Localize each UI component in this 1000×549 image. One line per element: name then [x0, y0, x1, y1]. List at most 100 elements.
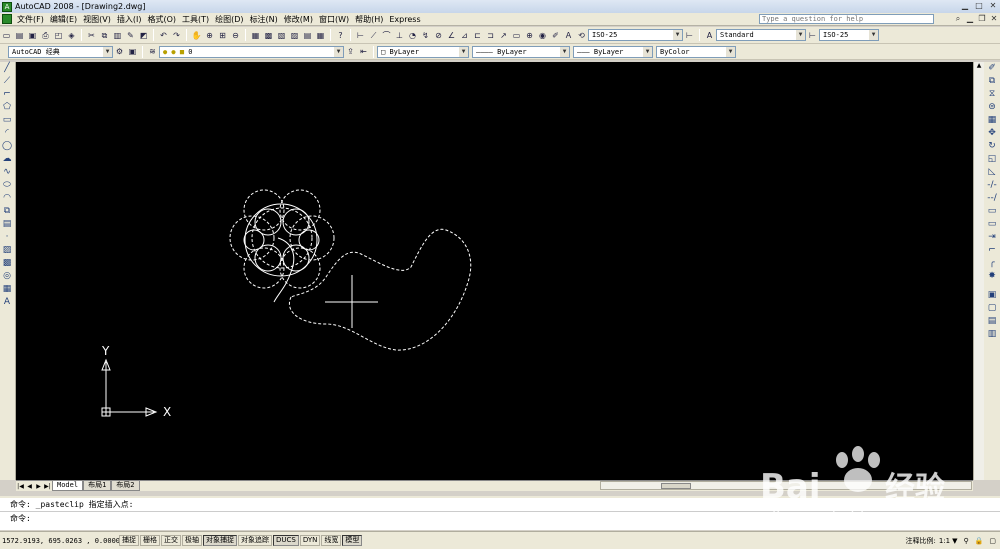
- menu-edit[interactable]: 编辑(E): [47, 14, 80, 25]
- make-block-icon[interactable]: ▤: [0, 218, 14, 231]
- construction-line-icon[interactable]: ⟋: [0, 75, 14, 88]
- revision-cloud-icon[interactable]: ☁: [0, 153, 14, 166]
- menu-view[interactable]: 视图(V): [80, 14, 114, 25]
- command-window[interactable]: 命令: _pasteclip 指定插入点: 命令:: [0, 496, 1000, 530]
- tool-palettes-icon[interactable]: ▧: [276, 30, 287, 41]
- menu-format[interactable]: 格式(O): [144, 14, 179, 25]
- line-icon[interactable]: ╱: [0, 62, 14, 75]
- help-icon[interactable]: ?: [335, 30, 346, 41]
- multiline-text-icon[interactable]: A: [0, 296, 14, 309]
- menu-file[interactable]: 文件(F): [14, 14, 47, 25]
- color-combo[interactable]: □ ByLayer ▼: [377, 45, 469, 58]
- menu-dimension[interactable]: 标注(N): [247, 14, 281, 25]
- dim-style2-icon[interactable]: ⊢: [807, 30, 818, 41]
- menu-help[interactable]: 帮助(H): [352, 14, 386, 25]
- rectangle-icon[interactable]: ▭: [0, 114, 14, 127]
- ducs-toggle[interactable]: DUCS: [273, 535, 299, 546]
- osnap-toggle[interactable]: 对象捕捉: [203, 535, 237, 546]
- minimize-icon[interactable]: ▁: [958, 0, 972, 12]
- dyn-toggle[interactable]: DYN: [299, 535, 321, 546]
- spline-icon[interactable]: ∿: [0, 166, 14, 179]
- break-at-point-icon[interactable]: ▭: [985, 205, 999, 218]
- dim-arc-icon[interactable]: ⌒: [381, 30, 392, 41]
- chamfer-icon[interactable]: ⌐: [985, 244, 999, 257]
- horizontal-scrollbar[interactable]: [600, 481, 972, 490]
- doc-restore-icon[interactable]: ❐: [976, 13, 988, 25]
- save-icon[interactable]: ▣: [27, 30, 38, 41]
- redo-icon[interactable]: ↷: [171, 30, 182, 41]
- match-properties-icon[interactable]: ✎: [125, 30, 136, 41]
- dim-aligned-icon[interactable]: ⟋: [368, 30, 379, 41]
- tab-layout2[interactable]: 布局2: [111, 481, 140, 491]
- workspace-settings-icon[interactable]: ⚙: [114, 46, 125, 57]
- dim-style2-combo[interactable]: ISO-25 ▼: [819, 29, 879, 41]
- annotation-scale-arrow-icon[interactable]: ▼: [952, 537, 957, 545]
- polygon-icon[interactable]: ⬠: [0, 101, 14, 114]
- maximize-icon[interactable]: □: [972, 0, 986, 12]
- insert-block-icon[interactable]: ⧉: [0, 205, 14, 218]
- annotation-visibility-icon[interactable]: ⚲: [964, 537, 969, 545]
- fillet-icon[interactable]: ╭: [985, 257, 999, 270]
- search-icon[interactable]: ⌕: [952, 13, 964, 25]
- ellipse-arc-icon[interactable]: ◠: [0, 192, 14, 205]
- help-search-input[interactable]: [759, 14, 934, 24]
- polyline-icon[interactable]: ⌐: [0, 88, 14, 101]
- menu-modify[interactable]: 修改(M): [281, 14, 316, 25]
- layer-combo[interactable]: ● ● ■ 0 ▼: [159, 45, 344, 58]
- stretch-icon[interactable]: ◺: [985, 166, 999, 179]
- pan-icon[interactable]: ✋: [191, 30, 202, 41]
- copy-icon[interactable]: ⧉: [99, 30, 110, 41]
- dim-text-edit-icon[interactable]: Ａ: [563, 30, 574, 41]
- workspace-save-icon[interactable]: ▣: [127, 46, 138, 57]
- draw-order-above-icon[interactable]: ▤: [985, 315, 999, 328]
- tab-model[interactable]: Model: [52, 481, 84, 491]
- layer-make-current-icon[interactable]: ⇪: [345, 46, 356, 57]
- clean-screen-icon[interactable]: ▢: [989, 537, 996, 545]
- document-icon[interactable]: [2, 14, 12, 24]
- cut-icon[interactable]: ✂: [86, 30, 97, 41]
- block-editor-icon[interactable]: ◩: [138, 30, 149, 41]
- menu-window[interactable]: 窗口(W): [316, 14, 352, 25]
- lineweight-combo[interactable]: ——— ByLayer ▼: [573, 45, 653, 58]
- hatch-icon[interactable]: ▨: [0, 244, 14, 257]
- linetype-combo[interactable]: ———— ByLayer ▼: [472, 45, 570, 58]
- array-icon[interactable]: ▦: [985, 114, 999, 127]
- table-icon[interactable]: ▦: [0, 283, 14, 296]
- otrack-toggle[interactable]: 对象追踪: [238, 535, 272, 546]
- qleader-icon[interactable]: ↗: [498, 30, 509, 41]
- ortho-toggle[interactable]: 正交: [161, 535, 181, 546]
- draw-order-under-icon[interactable]: ▥: [985, 328, 999, 341]
- preview-icon[interactable]: ◰: [53, 30, 64, 41]
- center-mark-icon[interactable]: ⊕: [524, 30, 535, 41]
- tolerance-icon[interactable]: ▭: [511, 30, 522, 41]
- region-icon[interactable]: ◎: [0, 270, 14, 283]
- ellipse-icon[interactable]: ⬭: [0, 179, 14, 192]
- text-style-icon[interactable]: A: [704, 30, 715, 41]
- vertical-scrollbar[interactable]: ▲: [973, 62, 984, 480]
- move-icon[interactable]: ✥: [985, 127, 999, 140]
- dim-ordinate-icon[interactable]: ⊥: [394, 30, 405, 41]
- lineweight-toggle[interactable]: 线宽: [321, 535, 342, 546]
- publish-icon[interactable]: ◈: [66, 30, 77, 41]
- calculator-icon[interactable]: ▦: [315, 30, 326, 41]
- new-icon[interactable]: ▭: [1, 30, 12, 41]
- doc-close-icon[interactable]: ✕: [988, 13, 1000, 25]
- offset-icon[interactable]: ⊜: [985, 101, 999, 114]
- dim-inspect-icon[interactable]: ◉: [537, 30, 548, 41]
- command-input-line[interactable]: 命令:: [0, 511, 1000, 524]
- menu-draw[interactable]: 绘图(D): [212, 14, 246, 25]
- zoom-previous-icon[interactable]: ⊖: [230, 30, 241, 41]
- draw-order-front-icon[interactable]: ▣: [985, 289, 999, 302]
- zoom-window-icon[interactable]: ⊞: [217, 30, 228, 41]
- close-icon[interactable]: ✕: [986, 0, 1000, 12]
- coordinates-readout[interactable]: 1572.9193, 695.0263 , 0.0000: [2, 537, 120, 545]
- layer-manager-icon[interactable]: ≋: [147, 46, 158, 57]
- doc-minimize-icon[interactable]: ▁: [964, 13, 976, 25]
- layer-previous-icon[interactable]: ⇤: [358, 46, 369, 57]
- annotation-scale-value[interactable]: 1:1: [939, 537, 950, 545]
- drawing-canvas[interactable]: Y X: [16, 62, 973, 480]
- gradient-icon[interactable]: ▩: [0, 257, 14, 270]
- break-icon[interactable]: ▭: [985, 218, 999, 231]
- dim-baseline-icon[interactable]: ⊏: [472, 30, 483, 41]
- polar-toggle[interactable]: 极轴: [182, 535, 202, 546]
